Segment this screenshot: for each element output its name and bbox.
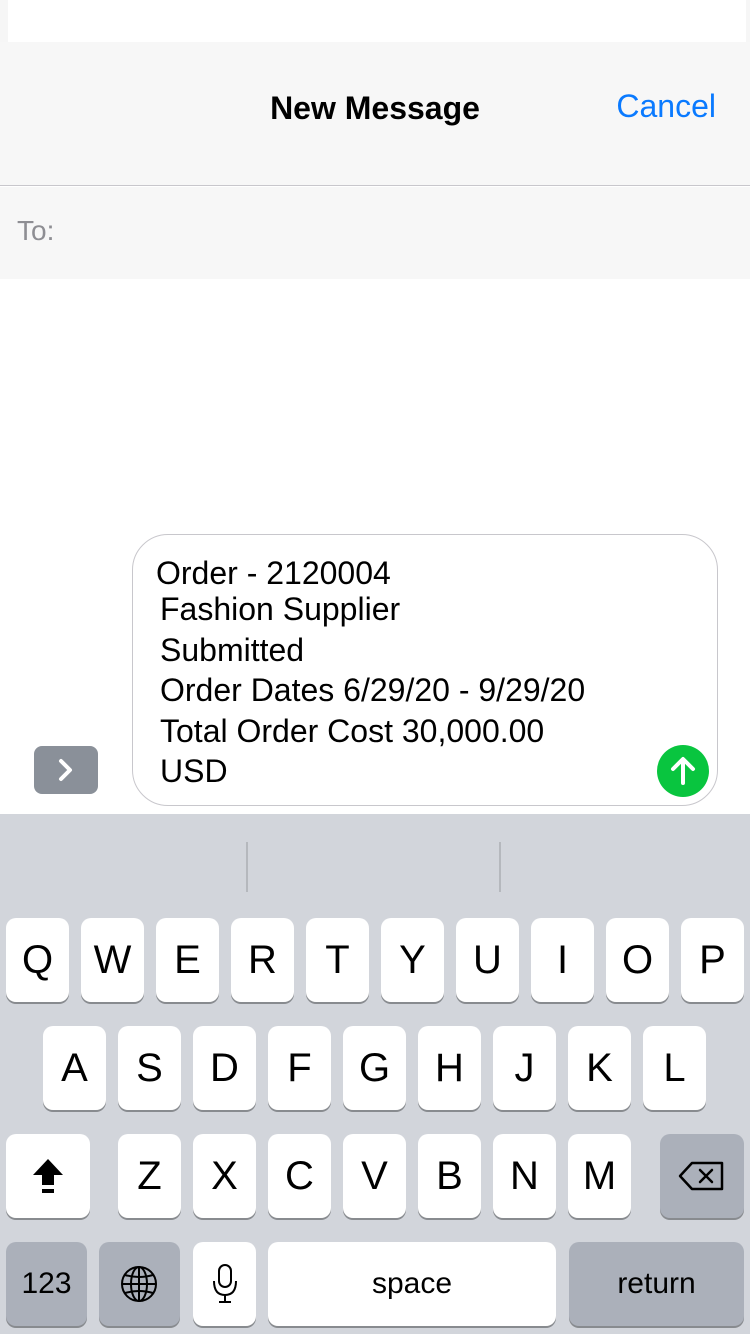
dictation-key[interactable] — [193, 1242, 256, 1326]
navigation-bar: New Message Cancel — [0, 42, 750, 186]
recipient-row: To: — [0, 187, 750, 279]
key-k[interactable]: K — [568, 1026, 631, 1110]
key-p[interactable]: P — [681, 918, 744, 1002]
key-w[interactable]: W — [81, 918, 144, 1002]
compose-line: Order Dates 6/29/20 - 9/29/20 — [160, 672, 586, 708]
key-r[interactable]: R — [231, 918, 294, 1002]
key-s[interactable]: S — [118, 1026, 181, 1110]
suggestion-divider — [499, 842, 501, 892]
key-l[interactable]: L — [643, 1026, 706, 1110]
key-z[interactable]: Z — [118, 1134, 181, 1218]
globe-icon — [121, 1266, 157, 1302]
suggestion-divider — [246, 842, 248, 892]
key-a[interactable]: A — [43, 1026, 106, 1110]
globe-key[interactable] — [99, 1242, 180, 1326]
key-v[interactable]: V — [343, 1134, 406, 1218]
send-button[interactable] — [657, 745, 709, 797]
compose-line: USD — [160, 753, 228, 789]
key-n[interactable]: N — [493, 1134, 556, 1218]
key-b[interactable]: B — [418, 1134, 481, 1218]
space-key[interactable]: space — [268, 1242, 556, 1326]
shift-key[interactable] — [6, 1134, 90, 1218]
numbers-key[interactable]: 123 — [6, 1242, 87, 1326]
chevron-right-icon — [59, 759, 72, 781]
status-bar-area — [8, 0, 746, 42]
key-u[interactable]: U — [456, 918, 519, 1002]
return-key[interactable]: return — [569, 1242, 744, 1326]
key-q[interactable]: Q — [6, 918, 69, 1002]
key-d[interactable]: D — [193, 1026, 256, 1110]
key-g[interactable]: G — [343, 1026, 406, 1110]
key-t[interactable]: T — [306, 918, 369, 1002]
key-c[interactable]: C — [268, 1134, 331, 1218]
backspace-icon — [678, 1161, 724, 1191]
compose-line: Submitted — [160, 632, 305, 668]
arrow-up-icon — [671, 757, 695, 785]
key-f[interactable]: F — [268, 1026, 331, 1110]
key-y[interactable]: Y — [381, 918, 444, 1002]
microphone-icon — [213, 1264, 237, 1303]
key-x[interactable]: X — [193, 1134, 256, 1218]
cancel-button[interactable]: Cancel — [616, 88, 716, 125]
key-j[interactable]: J — [493, 1026, 556, 1110]
expand-apps-button[interactable] — [34, 746, 98, 794]
message-compose-field[interactable]: Order - 2120004 Fashion Supplier Submitt… — [132, 534, 718, 806]
shift-arrow-icon — [33, 1159, 63, 1193]
delete-key[interactable] — [660, 1134, 744, 1218]
keyboard: Q W E R T Y U I O P A S D F G H J K L Z … — [0, 814, 750, 1334]
key-i[interactable]: I — [531, 918, 594, 1002]
key-o[interactable]: O — [606, 918, 669, 1002]
to-label: To: — [17, 215, 55, 246]
compose-line: Total Order Cost 30,000.00 — [160, 713, 545, 749]
recipient-input[interactable] — [70, 201, 734, 263]
compose-line: Order - 2120004 — [156, 555, 391, 591]
key-e[interactable]: E — [156, 918, 219, 1002]
status-bar — [0, 0, 750, 42]
key-m[interactable]: M — [568, 1134, 631, 1218]
compose-line: Fashion Supplier — [160, 591, 401, 627]
key-h[interactable]: H — [418, 1026, 481, 1110]
